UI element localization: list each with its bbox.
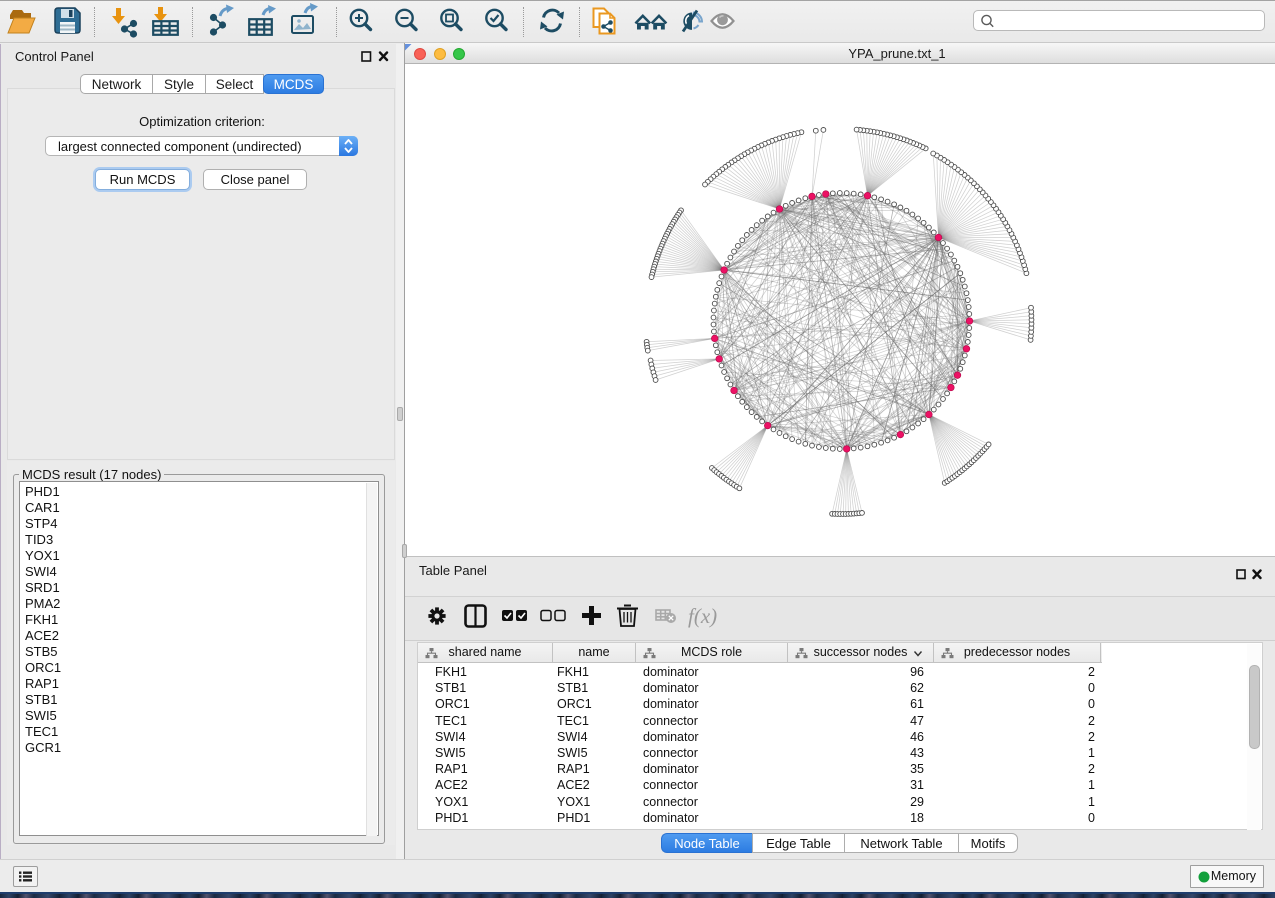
svg-text:f(x): f(x) xyxy=(688,604,717,628)
